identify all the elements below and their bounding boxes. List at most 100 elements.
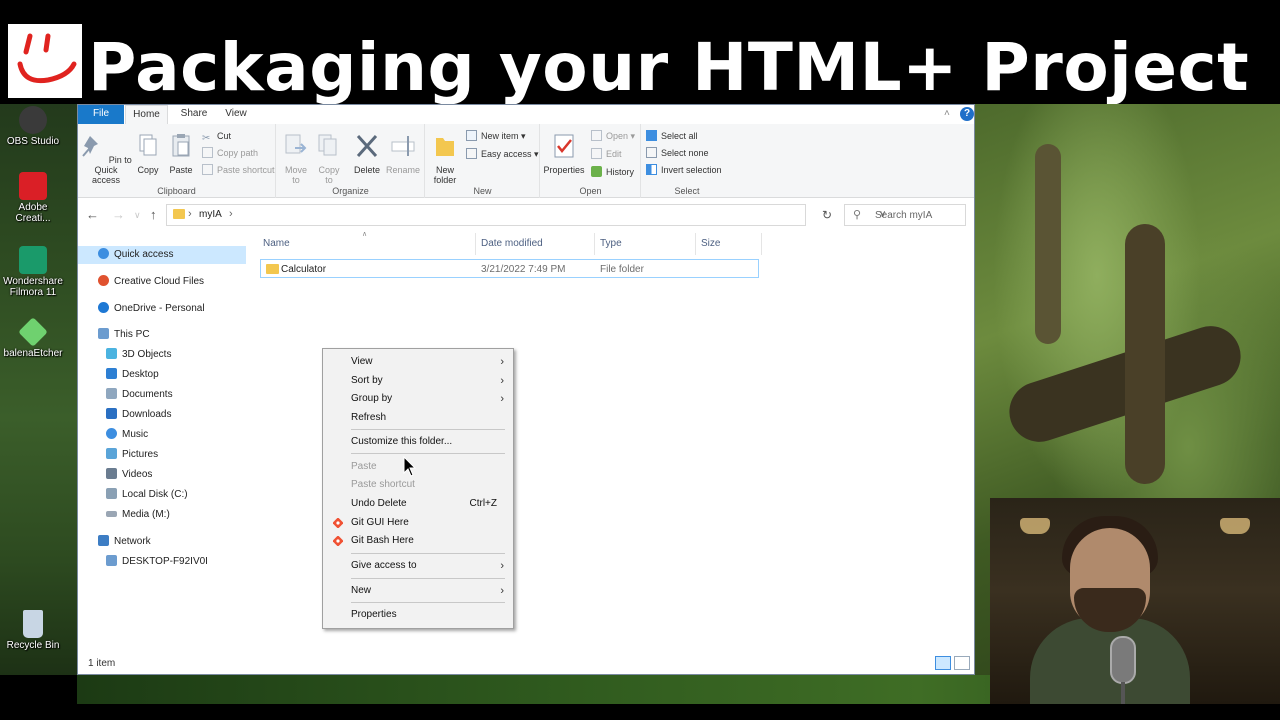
- history-button[interactable]: History: [591, 166, 634, 178]
- pin-quick-access-button[interactable]: Pin to Quick access: [80, 132, 132, 185]
- column-divider[interactable]: [761, 233, 762, 255]
- nav-local-disk[interactable]: Local Disk (C:): [106, 486, 188, 504]
- nav-3d-objects[interactable]: 3D Objects: [106, 346, 171, 364]
- forward-arrow-icon[interactable]: →: [112, 207, 125, 222]
- nav-pictures[interactable]: Pictures: [106, 446, 158, 464]
- ctx-label: View: [351, 356, 373, 367]
- ctx-properties[interactable]: Properties: [323, 606, 513, 624]
- ctx-group-by[interactable]: Group by ›: [323, 390, 513, 408]
- delete-x-icon: [356, 134, 378, 158]
- ctx-git-bash[interactable]: Git Bash Here: [323, 532, 513, 550]
- nav-label: Quick access: [114, 249, 174, 260]
- new-item-button[interactable]: New item ▾: [466, 130, 526, 142]
- nav-downloads[interactable]: Downloads: [106, 406, 171, 424]
- select-all-icon: [646, 130, 657, 141]
- help-icon[interactable]: ?: [960, 107, 974, 121]
- rename-button[interactable]: Rename: [385, 132, 421, 175]
- nav-videos[interactable]: Videos: [106, 466, 152, 484]
- copy-to-button[interactable]: Copy to: [315, 132, 343, 185]
- easy-access-button[interactable]: Easy access ▾: [466, 148, 539, 160]
- copy-path-button[interactable]: Copy path: [202, 147, 258, 159]
- select-all-button[interactable]: Select all: [646, 130, 698, 142]
- ctx-new[interactable]: New ›: [323, 582, 513, 600]
- ctx-sort-by[interactable]: Sort by ›: [323, 372, 513, 390]
- search-icon: ⚲: [853, 209, 862, 221]
- nav-documents[interactable]: Documents: [106, 386, 173, 404]
- paste-label: Paste: [169, 165, 193, 175]
- ctx-refresh[interactable]: Refresh: [323, 409, 513, 427]
- column-divider[interactable]: [594, 233, 595, 255]
- nav-network[interactable]: Network: [98, 533, 151, 551]
- banner-title: Packaging your HTML+ Project: [88, 29, 1250, 106]
- column-header-size[interactable]: Size: [701, 238, 720, 249]
- nav-label: Media (M:): [122, 509, 170, 520]
- desktop-icon-recycle-bin[interactable]: Recycle Bin: [2, 610, 64, 651]
- file-row-calculator[interactable]: Calculator 3/21/2022 7:49 PM File folder: [260, 259, 759, 278]
- column-header-type[interactable]: Type: [600, 238, 622, 249]
- delete-button[interactable]: Delete: [351, 132, 383, 175]
- breadcrumb-current[interactable]: myIA: [199, 209, 222, 220]
- breadcrumb-chevron-icon[interactable]: ›: [188, 208, 192, 220]
- select-none-button[interactable]: Select none: [646, 147, 709, 159]
- cube-icon: [106, 348, 117, 359]
- ctx-paste-shortcut[interactable]: Paste shortcut: [323, 476, 513, 494]
- obs-icon: [19, 106, 47, 134]
- scissors-icon: ✂: [202, 133, 211, 144]
- ctx-label: Give access to: [351, 560, 417, 571]
- copy-button[interactable]: Copy: [134, 132, 162, 175]
- column-header-name[interactable]: Name: [263, 238, 290, 249]
- ctx-undo-delete[interactable]: Undo Delete Ctrl+Z: [323, 495, 513, 513]
- properties-button[interactable]: Properties: [541, 132, 587, 175]
- ribbon-collapse-icon[interactable]: ˄: [944, 108, 950, 119]
- paste-button[interactable]: Paste: [166, 132, 196, 175]
- nav-music[interactable]: Music: [106, 426, 148, 444]
- desktop-icon-etcher[interactable]: balenaEtcher: [2, 317, 64, 359]
- navigation-pane: Quick access Creative Cloud Files OneDri…: [78, 243, 248, 653]
- invert-selection-button[interactable]: Invert selection: [646, 164, 722, 176]
- nav-creative-cloud[interactable]: Creative Cloud Files: [98, 273, 204, 291]
- nav-media-drive[interactable]: Media (M:): [106, 506, 170, 524]
- nav-this-pc[interactable]: This PC: [98, 326, 150, 344]
- desktop-icon-adobe[interactable]: Adobe Creati...: [2, 172, 64, 224]
- nav-label: Music: [122, 429, 149, 440]
- open-button[interactable]: Open ▾: [591, 130, 635, 142]
- details-view-icon[interactable]: [935, 656, 951, 670]
- nav-desktop[interactable]: Desktop: [106, 366, 159, 384]
- edit-button[interactable]: Edit: [591, 148, 622, 160]
- new-folder-button[interactable]: New folder: [428, 132, 462, 185]
- refresh-icon[interactable]: ↻: [816, 205, 838, 227]
- sort-ascending-icon: ∧: [362, 231, 368, 238]
- nav-onedrive[interactable]: OneDrive - Personal: [98, 300, 205, 318]
- cut-button[interactable]: ✂ Cut: [202, 130, 231, 144]
- open-label: Open: [606, 131, 629, 141]
- tab-file[interactable]: File: [78, 105, 124, 124]
- folder-icon: [173, 209, 185, 219]
- column-divider[interactable]: [695, 233, 696, 255]
- column-divider[interactable]: [475, 233, 476, 255]
- ctx-view[interactable]: View ›: [323, 353, 513, 371]
- ctx-paste[interactable]: Paste: [323, 458, 513, 476]
- ctx-customize-folder[interactable]: Customize this folder...: [323, 433, 513, 451]
- address-bar[interactable]: › myIA › ∨: [166, 204, 886, 226]
- paste-shortcut-button[interactable]: Paste shortcut: [202, 164, 275, 176]
- nav-quick-access[interactable]: Quick access: [78, 246, 246, 264]
- folder-icon: [266, 264, 279, 274]
- column-header-date[interactable]: Date modified: [481, 238, 543, 249]
- recent-chevron-down-icon[interactable]: ∨: [134, 210, 141, 221]
- ctx-git-gui[interactable]: Git GUI Here: [323, 514, 513, 532]
- tab-home[interactable]: Home: [125, 105, 168, 124]
- up-arrow-icon[interactable]: ↑: [150, 207, 157, 222]
- nav-computer[interactable]: DESKTOP-F92IV0I: [106, 553, 208, 571]
- desktop-icon-filmora[interactable]: Wondershare Filmora 11: [2, 246, 64, 298]
- tab-view[interactable]: View: [218, 105, 254, 124]
- desktop-icon-obs[interactable]: OBS Studio: [2, 106, 64, 147]
- nav-label: Creative Cloud Files: [114, 276, 205, 287]
- back-arrow-icon[interactable]: ←: [86, 207, 99, 222]
- move-to-button[interactable]: Move to: [281, 132, 311, 185]
- large-icons-view-icon[interactable]: [954, 656, 970, 670]
- ctx-give-access[interactable]: Give access to ›: [323, 557, 513, 575]
- breadcrumb-chevron-icon[interactable]: ›: [229, 208, 233, 220]
- copy-to-icon: [318, 134, 337, 156]
- search-input[interactable]: ⚲ Search myIA: [844, 204, 966, 226]
- tab-share[interactable]: Share: [174, 105, 214, 124]
